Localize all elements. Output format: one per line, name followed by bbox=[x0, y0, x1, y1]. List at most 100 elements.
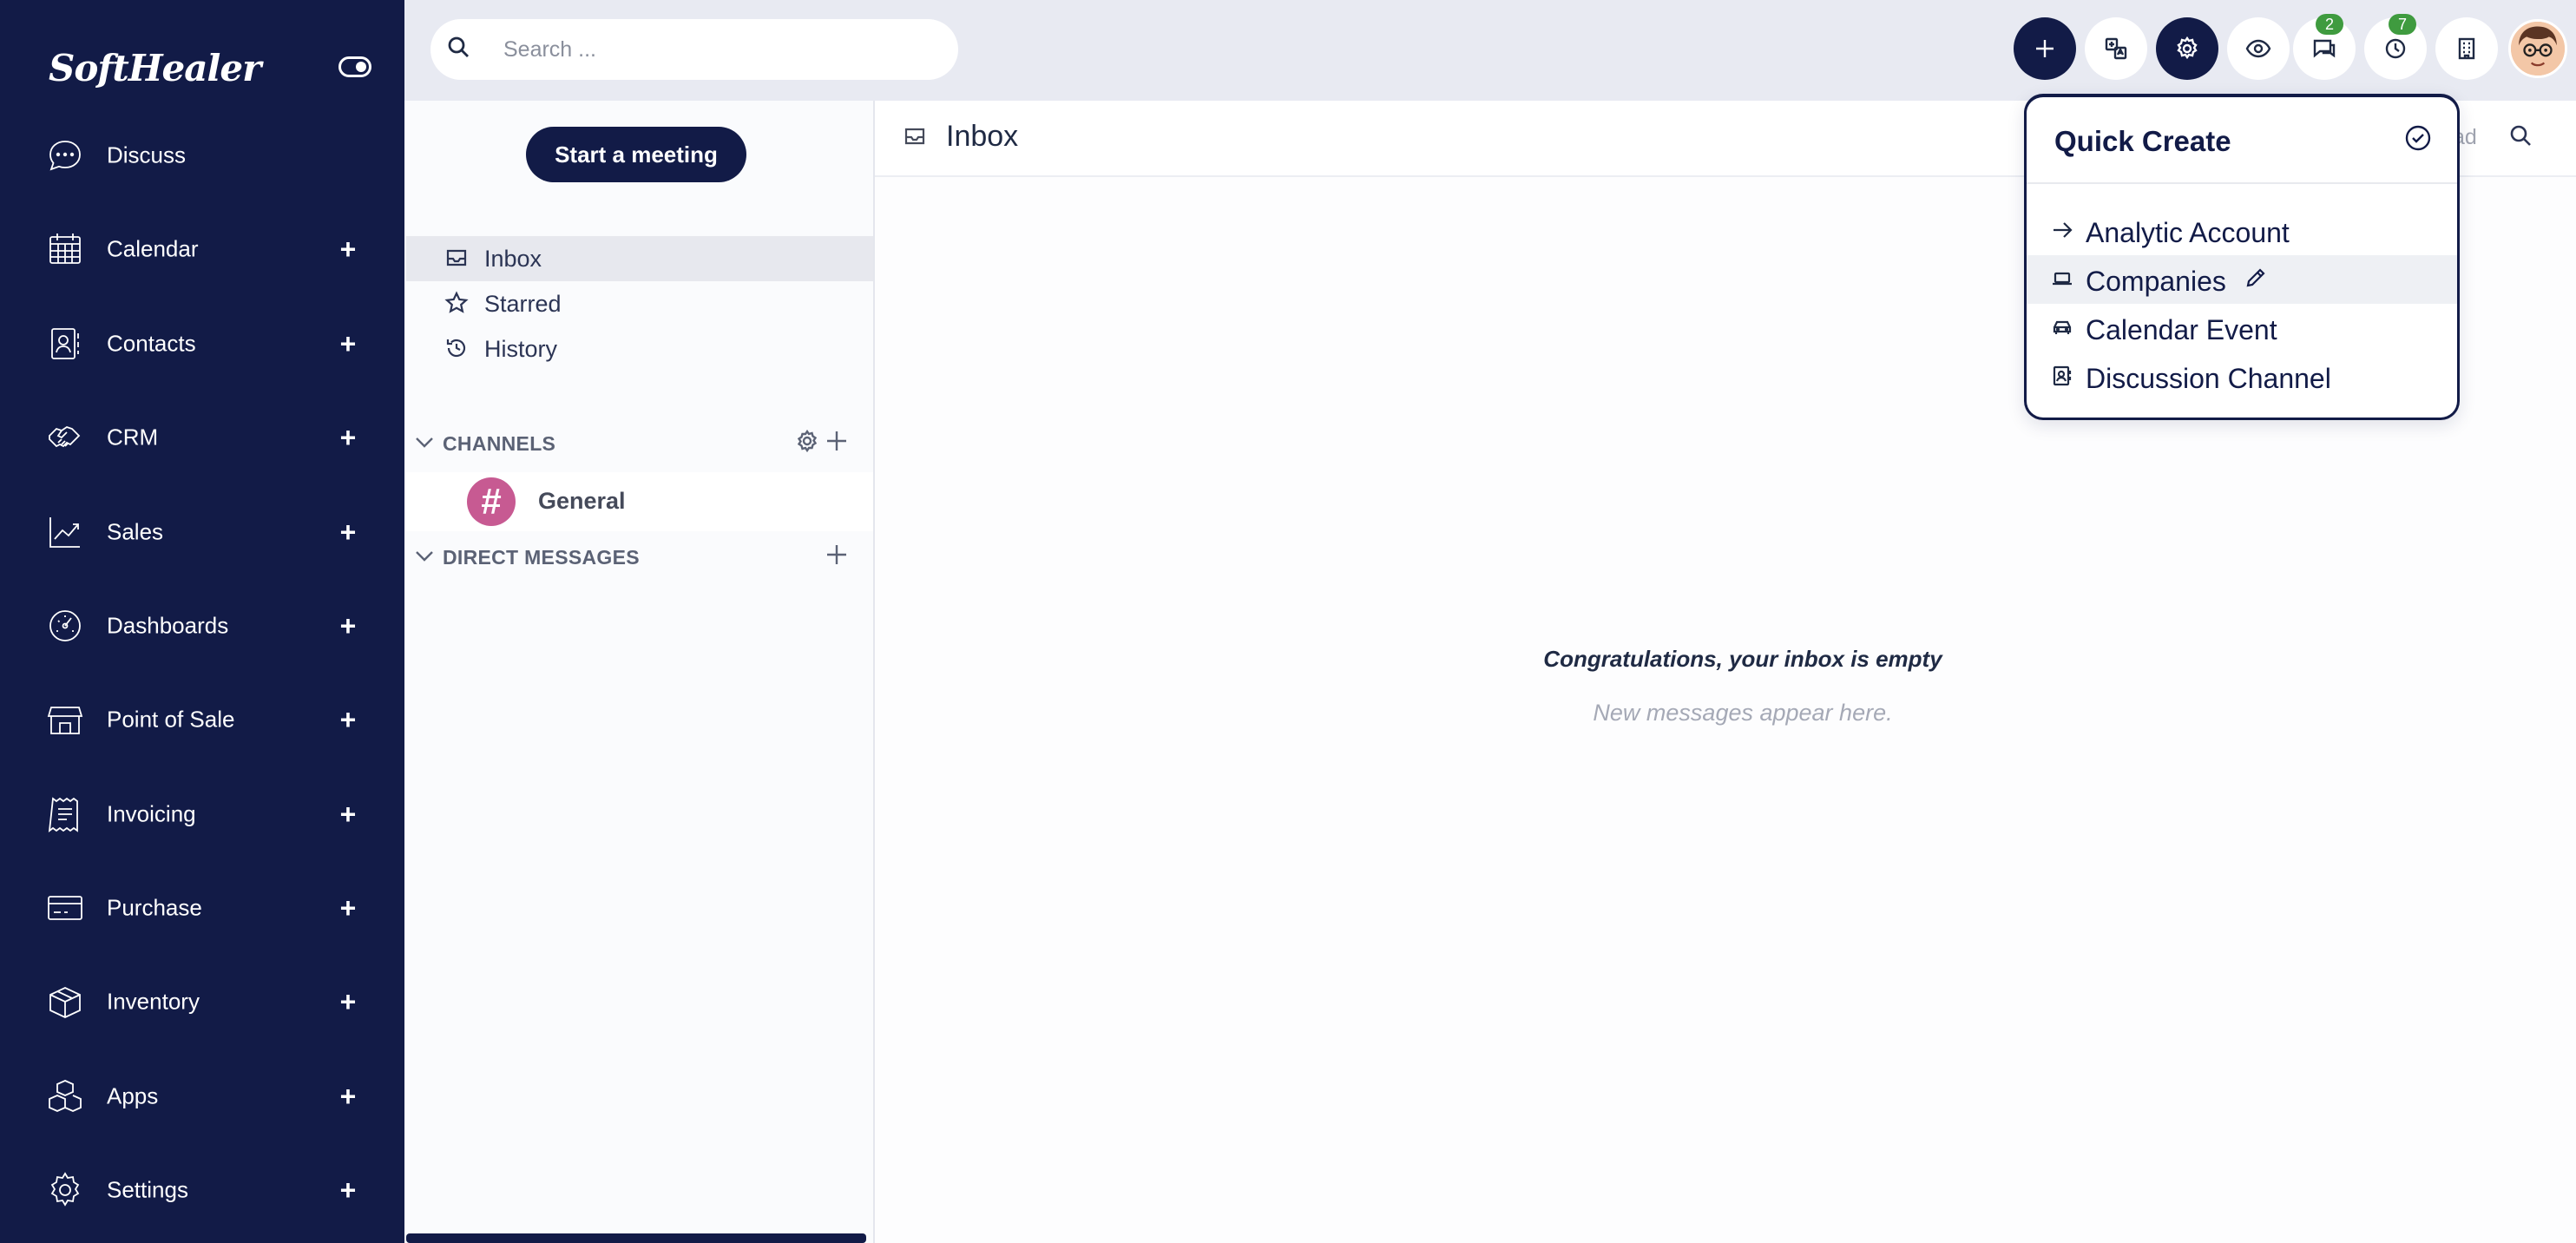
direct-messages-category[interactable]: DIRECT MESSAGES bbox=[413, 539, 873, 574]
add-channel-icon[interactable] bbox=[825, 429, 852, 457]
sidebar-item-point-of-sale[interactable]: Point of Sale + bbox=[0, 673, 404, 766]
add-inventory-button[interactable]: + bbox=[335, 988, 361, 1016]
channels-category[interactable]: CHANNELS bbox=[413, 425, 873, 460]
arrow-right-icon bbox=[2051, 219, 2075, 243]
car-icon bbox=[2051, 316, 2075, 340]
handshake-icon bbox=[45, 418, 85, 457]
clock-icon bbox=[2385, 38, 2406, 59]
quick-create-button[interactable] bbox=[2014, 17, 2076, 80]
direct-messages-header: DIRECT MESSAGES bbox=[443, 546, 640, 569]
add-calendar-button[interactable]: + bbox=[335, 235, 361, 263]
view-toggle-button[interactable] bbox=[2227, 17, 2290, 80]
sidebar-item-discuss[interactable]: Discuss bbox=[0, 109, 404, 202]
contact-card-icon bbox=[2051, 365, 2075, 389]
add-crm-button[interactable]: + bbox=[335, 424, 361, 451]
sidebar-item-contacts[interactable]: Contacts + bbox=[0, 297, 404, 391]
sidebar-item-label: Inventory bbox=[107, 988, 200, 1015]
company-switcher-button[interactable] bbox=[2435, 17, 2498, 80]
quick-create-item-analytic-account[interactable]: Analytic Account bbox=[2027, 207, 2457, 255]
sidebar-item-inventory[interactable]: Inventory + bbox=[0, 955, 404, 1049]
sidebar-item-label: Calendar bbox=[107, 235, 199, 262]
sidebar-item-label: CRM bbox=[107, 424, 159, 451]
panel-scrollbar[interactable] bbox=[406, 1233, 866, 1243]
mailbox-starred[interactable]: Starred bbox=[406, 281, 873, 326]
credit-card-icon bbox=[45, 888, 85, 928]
add-invoicing-button[interactable]: + bbox=[335, 800, 361, 828]
divider bbox=[2027, 182, 2457, 184]
sidebar-item-sales[interactable]: Sales + bbox=[0, 485, 404, 579]
cubes-icon bbox=[45, 1076, 85, 1116]
quick-create-item-discussion-channel[interactable]: Discussion Channel bbox=[2027, 352, 2457, 401]
add-contacts-button[interactable]: + bbox=[335, 330, 361, 358]
sidebar-item-label: Dashboards bbox=[107, 612, 229, 639]
add-sales-button[interactable]: + bbox=[335, 518, 361, 546]
chat-bubble-icon bbox=[45, 135, 85, 175]
start-meeting-button[interactable]: Start a meeting bbox=[526, 127, 746, 182]
sidebar-item-label: Contacts bbox=[107, 330, 196, 357]
chat-icon bbox=[2313, 39, 2336, 58]
add-apps-button[interactable]: + bbox=[335, 1082, 361, 1110]
user-avatar[interactable] bbox=[2508, 19, 2567, 78]
add-direct-message-icon[interactable] bbox=[825, 543, 852, 570]
sidebar-toggle-switch[interactable] bbox=[338, 56, 371, 77]
add-point-of-sale-button[interactable]: + bbox=[335, 706, 361, 733]
sidebar-item-label: Invoicing bbox=[107, 800, 196, 827]
chevron-down-icon[interactable] bbox=[413, 544, 437, 569]
calendar-icon bbox=[45, 229, 85, 269]
app-sidebar: SoftHealer Discuss Calendar + Contacts +… bbox=[0, 0, 404, 1243]
quick-create-title: Quick Create bbox=[2054, 125, 2231, 157]
channels-header: CHANNELS bbox=[443, 432, 556, 455]
channel-item-general[interactable]: # General bbox=[406, 472, 873, 531]
page-title: Inbox bbox=[946, 120, 1019, 153]
quick-create-dropdown: Quick Create Analytic Account Companies … bbox=[2024, 94, 2460, 420]
search-icon[interactable] bbox=[2508, 123, 2536, 151]
quick-create-item-label: Calendar Event bbox=[2086, 314, 2277, 345]
sidebar-item-dashboards[interactable]: Dashboards + bbox=[0, 579, 404, 673]
empty-state-title: Congratulations, your inbox is empty bbox=[1543, 646, 1942, 672]
sidebar-item-invoicing[interactable]: Invoicing + bbox=[0, 767, 404, 861]
trend-chart-icon bbox=[45, 512, 85, 552]
quick-create-item-label: Companies bbox=[2086, 266, 2226, 297]
mailbox-history[interactable]: History bbox=[406, 326, 873, 372]
mailbox-inbox[interactable]: Inbox bbox=[406, 236, 873, 281]
channel-settings-icon[interactable] bbox=[795, 429, 823, 457]
star-icon bbox=[444, 291, 470, 317]
chevron-down-icon[interactable] bbox=[413, 431, 437, 455]
store-icon bbox=[45, 700, 85, 740]
sidebar-item-purchase[interactable]: Purchase + bbox=[0, 861, 404, 955]
inbox-icon bbox=[444, 246, 470, 272]
pencil-icon[interactable] bbox=[2244, 266, 2270, 292]
quick-create-item-label: Discussion Channel bbox=[2086, 363, 2331, 394]
sidebar-item-label: Apps bbox=[107, 1082, 159, 1109]
channel-avatar: # bbox=[467, 477, 516, 526]
box-icon bbox=[45, 982, 85, 1022]
search-input[interactable] bbox=[503, 28, 937, 71]
brand-logo[interactable]: SoftHealer bbox=[49, 47, 261, 89]
add-purchase-button[interactable]: + bbox=[335, 894, 361, 922]
sidebar-item-crm[interactable]: CRM + bbox=[0, 391, 404, 484]
messages-count-badge: 2 bbox=[2316, 14, 2343, 35]
quick-create-item-companies[interactable]: Companies bbox=[2027, 255, 2457, 304]
settings-shortcut-button[interactable] bbox=[2156, 17, 2218, 80]
gauge-icon bbox=[45, 606, 85, 646]
channel-name: General bbox=[538, 488, 626, 514]
add-dashboards-button[interactable]: + bbox=[335, 612, 361, 640]
quick-create-item-calendar-event[interactable]: Calendar Event bbox=[2027, 304, 2457, 352]
check-circle-icon[interactable] bbox=[2403, 123, 2435, 155]
search-icon[interactable] bbox=[446, 35, 474, 62]
sidebar-item-settings[interactable]: Settings + bbox=[0, 1143, 404, 1237]
inbox-icon bbox=[903, 124, 929, 150]
add-settings-button[interactable]: + bbox=[335, 1176, 361, 1204]
empty-state-subtitle: New messages appear here. bbox=[1593, 700, 1893, 726]
laptop-icon bbox=[2051, 267, 2075, 292]
translate-icon bbox=[2105, 37, 2127, 60]
mailbox-label: Inbox bbox=[484, 245, 542, 272]
contacts-icon bbox=[45, 324, 85, 364]
sidebar-item-label: Discuss bbox=[107, 141, 187, 168]
language-switch-button[interactable] bbox=[2085, 17, 2147, 80]
quick-create-item-label: Analytic Account bbox=[2086, 217, 2290, 248]
plus-icon bbox=[2036, 40, 2054, 57]
sidebar-item-calendar[interactable]: Calendar + bbox=[0, 202, 404, 296]
sidebar-item-apps[interactable]: Apps + bbox=[0, 1049, 404, 1143]
sidebar-item-label: Purchase bbox=[107, 894, 202, 921]
